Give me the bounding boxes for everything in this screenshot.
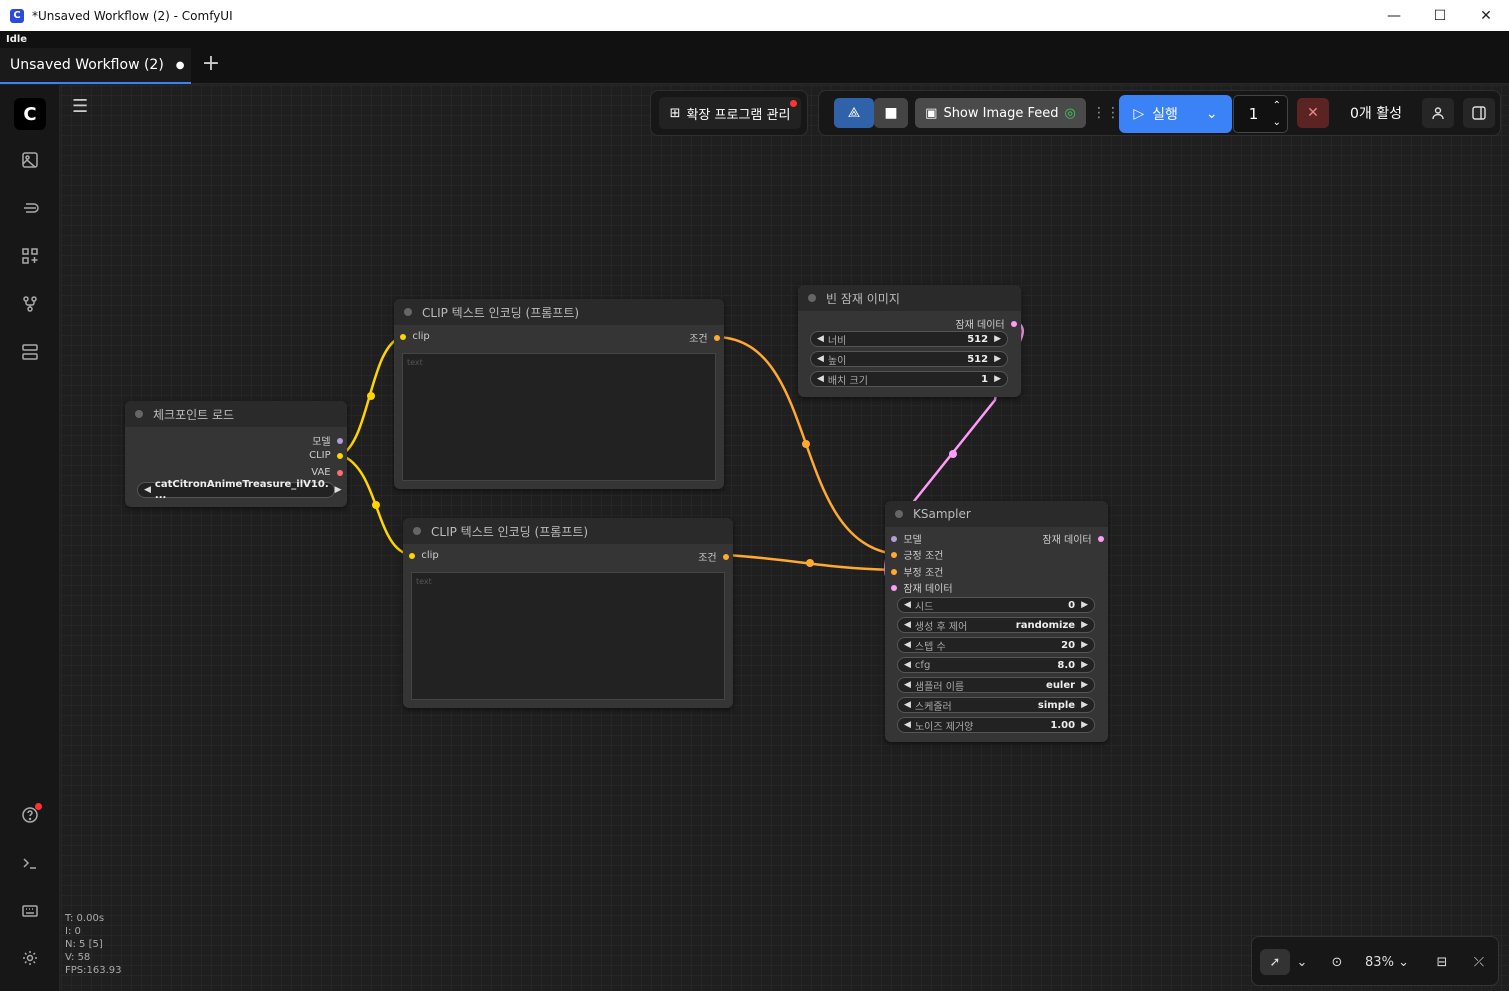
active-queue-button[interactable]: 0개 활성 (1339, 98, 1413, 128)
link-midpoint (367, 392, 375, 400)
toggle-links-icon[interactable]: ⤫ (1464, 949, 1494, 975)
panel-toggle-icon[interactable] (1463, 98, 1495, 128)
input-model-slot[interactable]: 모델 (891, 531, 922, 546)
bookmark-icon[interactable]: ■ (874, 98, 908, 128)
node-clip-text-encode-negative[interactable]: CLIP 텍스트 인코딩 (프롬프트) clip 조건 text (403, 518, 733, 708)
prompt-textarea[interactable]: text (402, 353, 716, 481)
image-feed-icon: ▣ (925, 105, 938, 121)
output-conditioning-slot[interactable]: 조건 (698, 549, 729, 564)
node-title: 체크포인트 로드 (153, 407, 235, 422)
canvas-controls: ➚ ⌄ ⊙ 83% ⌄ ⊟ ⤫ (1251, 936, 1499, 986)
width-widget[interactable]: ◀ 너비 512 ▶ (810, 331, 1008, 347)
link-midpoint (372, 501, 380, 509)
output-latent-slot[interactable]: 잠재 데이터 (955, 316, 1017, 331)
height-widget[interactable]: ◀ 높이 512 ▶ (810, 351, 1008, 367)
control-after-generate-widget[interactable]: ◀ 생성 후 제어 randomize ▶ (897, 617, 1095, 633)
prompt-textarea[interactable]: text (411, 572, 725, 700)
input-negative-slot[interactable]: 부정 조건 (891, 564, 943, 579)
node-title: CLIP 텍스트 인코딩 (프롬프트) (431, 524, 589, 539)
render-stats: T: 0.00s I: 0 N: 5 [5] V: 58 FPS:163.93 (65, 913, 122, 976)
cfg-widget[interactable]: ◀ cfg 8.0 ▶ (897, 657, 1095, 673)
node-ksampler[interactable]: KSampler 모델 긍정 조건 부정 조건 잠재 데이터 잠재 데이터 ◀ 시… (885, 501, 1108, 742)
show-image-feed-button[interactable]: ▣ Show Image Feed ◎ (915, 98, 1086, 128)
chevron-down-icon[interactable]: ⌄ (1292, 949, 1312, 975)
node-title: CLIP 텍스트 인코딩 (프롬프트) (422, 305, 580, 320)
fit-view-icon[interactable]: ⊙ (1322, 949, 1352, 975)
run-button[interactable]: ▷ 실행 ⌄ (1119, 95, 1232, 133)
ckpt-name-combo[interactable]: ◀ catCitronAnimeTreasure_ilV10. ... ▶ (137, 479, 342, 501)
output-model-slot[interactable]: 모델 (312, 433, 343, 448)
node-title: 빈 잠재 이미지 (826, 291, 900, 306)
play-icon: ▷ (1133, 106, 1145, 122)
extensions-manager-button[interactable]: ⊞ 확장 프로그램 관리 (659, 97, 801, 129)
minimap-icon[interactable]: ⊟ (1427, 949, 1457, 975)
link-midpoint (806, 559, 814, 567)
output-conditioning-slot[interactable]: 조건 (689, 330, 720, 345)
denoise-widget[interactable]: ◀ 노이즈 제거양 1.00 ▶ (897, 717, 1095, 733)
output-vae-slot[interactable]: VAE (311, 467, 343, 478)
link-midpoint (949, 450, 957, 458)
input-clip-slot[interactable]: clip (409, 550, 439, 561)
increment-icon[interactable]: ⌃ (1273, 100, 1281, 111)
extensions-group: ⊞ 확장 프로그램 관리 (650, 90, 808, 136)
sampler-name-widget[interactable]: ◀ 샘플러 이름 euler ▶ (897, 677, 1095, 693)
drag-handle-icon[interactable]: ⋮⋮ (1092, 101, 1120, 125)
output-latent-slot[interactable]: 잠재 데이터 (1042, 531, 1104, 546)
node-checkpoint-loader[interactable]: 체크포인트 로드 모델 CLIP VAE ◀ catCitronAnimeTrea… (125, 401, 347, 507)
decrement-icon[interactable]: ⌄ (1273, 117, 1281, 128)
batch-count-input[interactable]: 1 ⌃ ⌄ (1233, 95, 1288, 133)
output-clip-slot[interactable]: CLIP (309, 450, 343, 461)
chevron-down-icon: ⌄ (1205, 106, 1218, 122)
triangle-icon[interactable]: ⟁ (834, 98, 874, 128)
input-clip-slot[interactable]: clip (400, 331, 430, 342)
select-pointer-icon[interactable]: ➚ (1260, 949, 1290, 975)
input-positive-slot[interactable]: 긍정 조건 (891, 547, 943, 562)
cancel-run-button[interactable]: ✕ (1297, 98, 1329, 128)
steps-widget[interactable]: ◀ 스텝 수 20 ▶ (897, 637, 1095, 653)
link-midpoint (802, 440, 810, 448)
puzzle-icon: ⊞ (669, 105, 681, 121)
run-toolbar: ⟁ ■ ▣ Show Image Feed ◎ ⋮⋮ ▷ 실행 ⌄ 1 ⌃ ⌄ ✕ 0개… (818, 90, 1501, 136)
batch-size-widget[interactable]: ◀ 배치 크기 1 ▶ (810, 371, 1008, 387)
input-latent-slot[interactable]: 잠재 데이터 (891, 580, 953, 595)
scheduler-widget[interactable]: ◀ 스케줄러 simple ▶ (897, 697, 1095, 713)
node-clip-text-encode-positive[interactable]: CLIP 텍스트 인코딩 (프롬프트) clip 조건 text (394, 299, 724, 489)
zoom-dropdown[interactable]: 83% ⌄ (1357, 949, 1417, 975)
notification-dot (790, 100, 797, 107)
feed-status-icon: ◎ (1064, 105, 1076, 121)
node-empty-latent-image[interactable]: 빈 잠재 이미지 잠재 데이터 ◀ 너비 512 ▶ ◀ 높이 512 ▶ ◀ 배치 크기 1 ▶ (798, 285, 1021, 397)
node-title: KSampler (913, 507, 971, 521)
seed-widget[interactable]: ◀ 시드 0 ▶ (897, 597, 1095, 613)
user-icon[interactable] (1422, 98, 1454, 128)
